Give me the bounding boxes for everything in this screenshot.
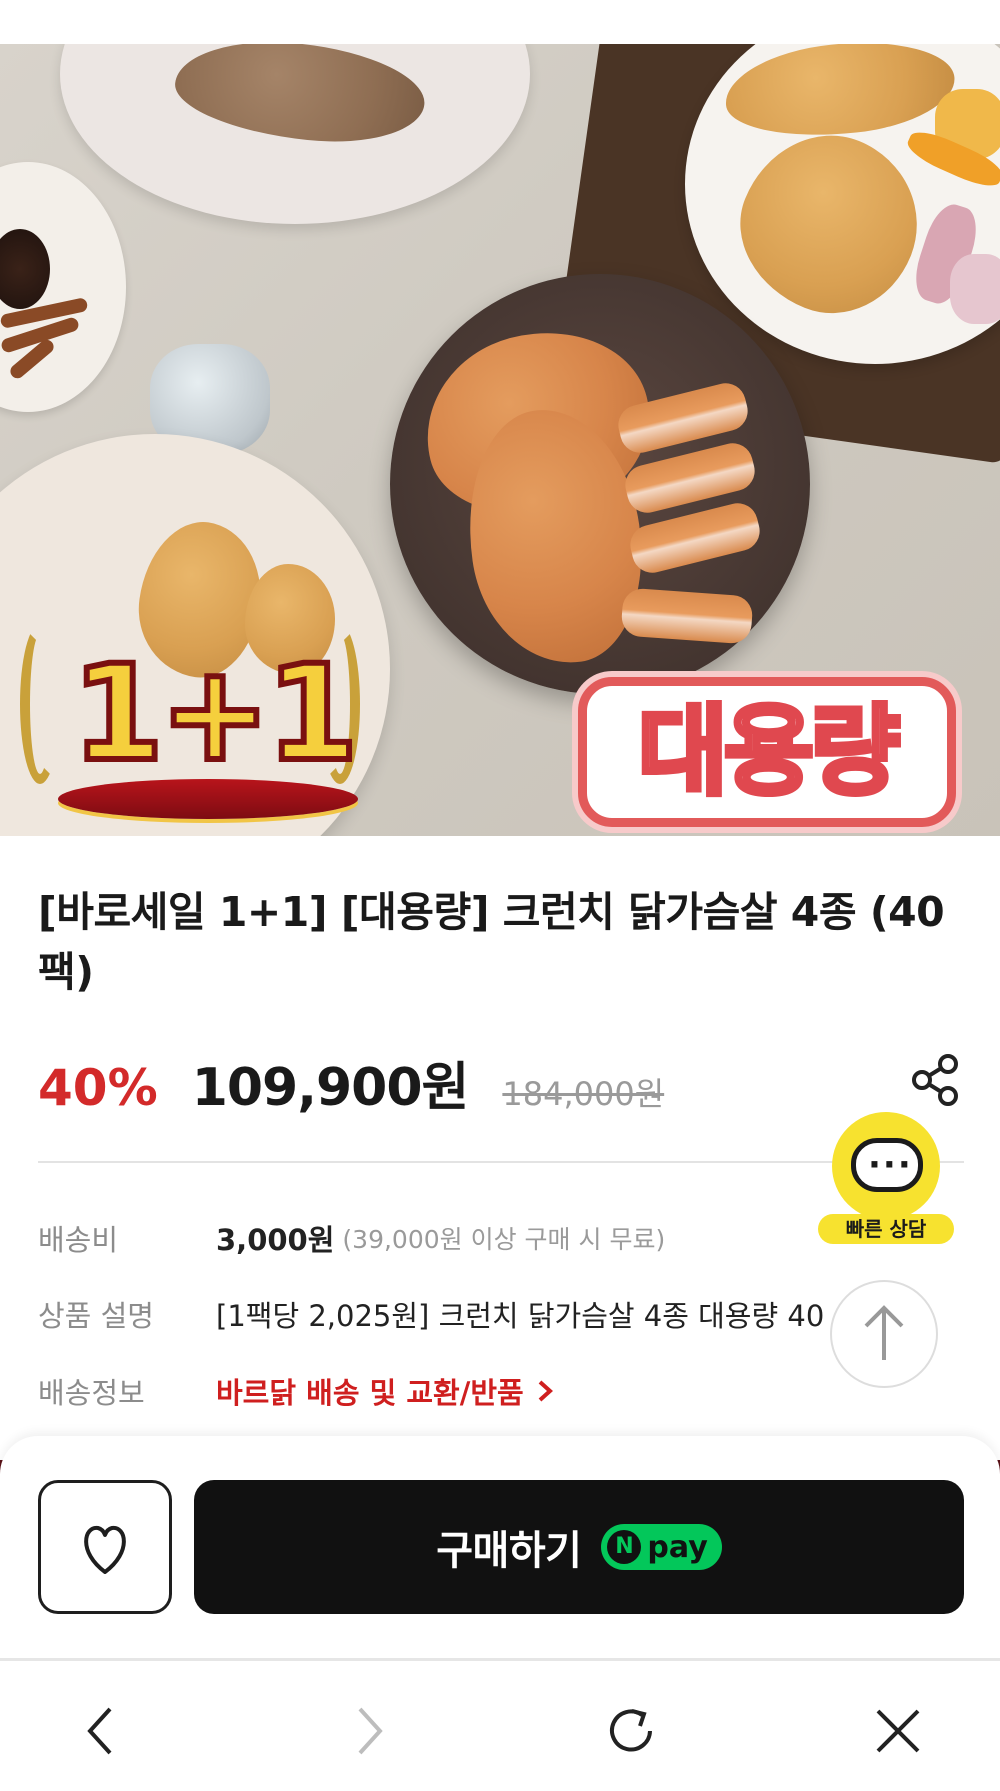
quick-chat-label: 빠른 상담 <box>818 1214 954 1244</box>
product-title: [바로세일 1+1] [대용량] 크런치 닭가슴살 4종 (40팩) <box>38 888 945 996</box>
back-button[interactable] <box>72 1701 132 1761</box>
shipping-fee-label: 배송비 <box>38 1223 119 1257</box>
npay-badge: N pay <box>601 1524 722 1570</box>
sale-price: 109,900원 <box>191 1058 470 1118</box>
chevron-left-icon <box>87 1707 112 1755</box>
npay-text: pay <box>647 1529 708 1565</box>
scroll-top-button[interactable] <box>830 1280 938 1388</box>
close-button[interactable] <box>868 1701 928 1761</box>
buy-label: 구매하기 <box>436 1528 582 1574</box>
product-hero-image: 1+1 대용량 <box>0 44 1000 836</box>
shipping-fee-row: 배송비 3,000원 (39,000원 이상 구매 시 무료) <box>38 1213 838 1263</box>
one-plus-one-text: 1+1 <box>69 636 361 792</box>
discount-rate: 40% <box>38 1059 158 1117</box>
quick-chat-button[interactable]: ··· 빠른 상담 <box>818 1112 954 1248</box>
delivery-info-label: 배송정보 <box>38 1376 145 1410</box>
share-icon <box>912 1054 958 1106</box>
refresh-icon <box>610 1709 652 1752</box>
forward-button[interactable] <box>338 1701 398 1761</box>
large-volume-badge: 대용량 <box>578 677 956 827</box>
status-bar-spacer <box>0 0 1000 44</box>
arrow-up-icon <box>864 1305 904 1360</box>
description-label: 상품 설명 <box>38 1299 154 1333</box>
npay-n-icon: N <box>607 1530 642 1564</box>
chevron-right-icon <box>538 1380 553 1402</box>
delivery-policy-link[interactable]: 바르닭 배송 및 교환/반품 <box>216 1370 524 1412</box>
close-icon <box>876 1709 920 1753</box>
large-volume-text: 대용량 <box>635 695 903 809</box>
buy-button[interactable]: 구매하기 N pay <box>194 1480 964 1614</box>
shallot-2 <box>950 254 1000 324</box>
description-value: [1팩당 2,025원] 크런치 닭가슴살 4종 대용량 40 <box>216 1299 825 1333</box>
one-plus-one-badge: 1+1 <box>48 636 368 819</box>
original-price: 184,000원 <box>502 1075 665 1113</box>
shipping-fee-value: 3,000원 <box>216 1223 335 1257</box>
description-row: 상품 설명 [1팩당 2,025원] 크런치 닭가슴살 4종 대용량 40 <box>38 1289 838 1339</box>
price-row: 40% 109,900원 184,000원 <box>38 1045 665 1118</box>
chat-dots: ··· <box>868 1145 913 1185</box>
cutlet-slice-4 <box>620 587 754 645</box>
chevron-right-icon <box>358 1707 383 1755</box>
delivery-info-row: 배송정보 바르닭 배송 및 교환/반품 <box>38 1366 838 1416</box>
wishlist-button[interactable] <box>38 1480 172 1614</box>
browser-nav-bar <box>0 1658 1000 1791</box>
share-button[interactable] <box>908 1052 964 1108</box>
refresh-button[interactable] <box>602 1701 662 1761</box>
shipping-fee-note: (39,000원 이상 구매 시 무료) <box>342 1225 666 1254</box>
heart-icon <box>84 1525 126 1574</box>
